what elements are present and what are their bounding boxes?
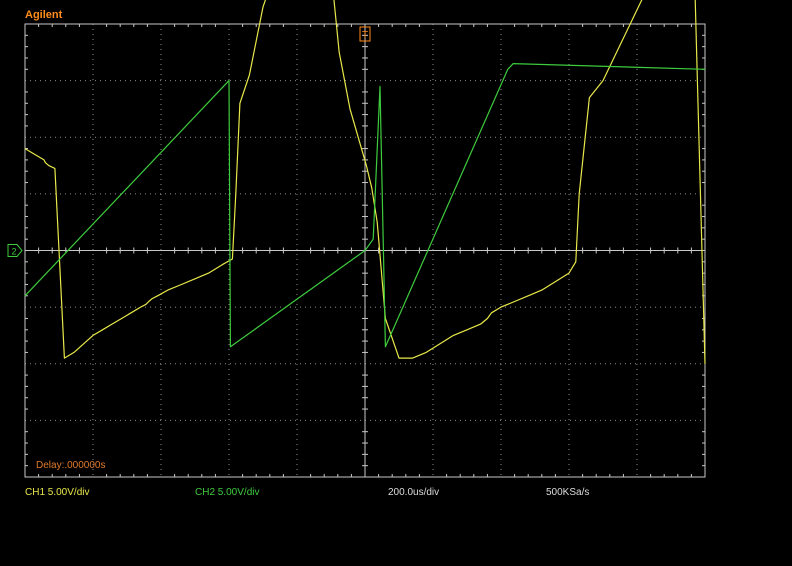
trigger-marker: T — [359, 26, 371, 42]
trigger-marker-label: T — [362, 30, 368, 41]
oscilloscope-display: T2 Delay:.000000s — [7, 0, 706, 478]
ground-marker: 2 — [7, 244, 23, 257]
ch1-scale: CH1 5.00V/div — [25, 487, 90, 498]
sample-rate: 500KSa/s — [546, 487, 590, 498]
markers: T2 — [7, 26, 371, 257]
ch2-scale: CH2 5.00V/div — [195, 487, 260, 498]
delay-readout: Delay:.000000s — [36, 460, 106, 471]
timebase: 200.0us/div — [388, 487, 440, 498]
ground-marker-label: 2 — [11, 247, 16, 257]
